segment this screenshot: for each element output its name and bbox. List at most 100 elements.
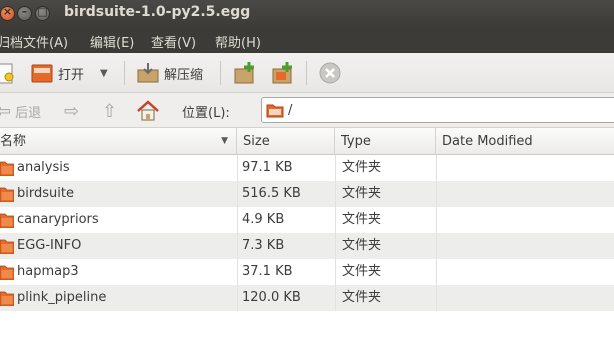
toolbar-separator (124, 61, 125, 85)
folder-icon (0, 239, 14, 254)
window-title: birdsuite-1.0-py2.5.egg (64, 4, 251, 20)
back-label: 后退 (15, 105, 42, 121)
folder-icon (0, 291, 14, 306)
column-divider (335, 181, 336, 207)
menu-edit[interactable]: 编辑(E) (90, 32, 134, 51)
table-row[interactable]: plink_pipeline 120.0 KB 文件夹 (0, 285, 614, 311)
close-window-button[interactable]: × (0, 5, 15, 21)
new-archive-icon (0, 63, 14, 84)
menu-archive[interactable]: 归档文件(A) (0, 32, 68, 51)
toolbar-separator (306, 61, 307, 85)
open-label: 打开 (58, 67, 85, 83)
arrow-left-icon: ⇦ (0, 100, 12, 122)
column-divider (436, 233, 437, 259)
location-bar: ⇦ 后退 ⇨ ⇧ 位置(L): / (0, 93, 614, 128)
column-header-type[interactable]: Type (335, 128, 436, 155)
column-divider (237, 259, 238, 285)
table-header: 名称 ▼ Size Type Date Modified (0, 128, 614, 155)
file-name: analysis (17, 160, 70, 175)
column-divider (335, 207, 336, 233)
file-list: 名称 ▼ Size Type Date Modified analysis 97.… (0, 128, 614, 357)
up-button[interactable]: ⇧ (102, 100, 117, 122)
file-name: plink_pipeline (17, 290, 107, 305)
arrow-up-icon: ⇧ (102, 100, 118, 122)
menu-help[interactable]: 帮助(H) (215, 32, 261, 51)
file-size: 97.1 KB (242, 160, 293, 175)
column-divider (237, 181, 238, 207)
add-folder-icon (272, 62, 292, 84)
maximize-window-button[interactable]: □ (35, 5, 50, 21)
column-divider (237, 207, 238, 233)
file-type: 文件夹 (342, 160, 382, 175)
file-size: 516.5 KB (242, 186, 301, 201)
column-divider (436, 285, 437, 311)
new-archive-button[interactable] (0, 59, 14, 87)
folder-icon (0, 265, 14, 280)
sort-down-icon: ▼ (221, 136, 228, 146)
file-type: 文件夹 (342, 186, 382, 201)
column-divider (335, 233, 336, 259)
folder-icon (0, 187, 14, 202)
folder-icon (0, 213, 14, 228)
file-name: canarypriors (17, 212, 99, 227)
add-files-icon (234, 62, 254, 84)
column-divider (436, 259, 437, 285)
file-type: 文件夹 (342, 212, 382, 227)
column-header-name-label: 名称 (0, 134, 27, 149)
extract-label: 解压缩 (164, 67, 204, 83)
arrow-right-icon: ⇨ (64, 100, 80, 122)
file-type: 文件夹 (342, 264, 382, 279)
column-header-name[interactable]: 名称 ▼ (0, 128, 237, 155)
file-size: 4.9 KB (242, 212, 285, 227)
open-archive-icon (31, 64, 53, 83)
forward-button[interactable]: ⇨ (64, 100, 79, 122)
folder-icon (0, 161, 14, 176)
column-divider (237, 285, 238, 311)
location-label: 位置(L): (182, 106, 230, 121)
back-button[interactable]: ⇦ 后退 (0, 100, 41, 122)
table-row[interactable]: birdsuite 516.5 KB 文件夹 (0, 181, 614, 207)
folder-icon (266, 104, 284, 118)
table-row[interactable]: hapmap3 37.1 KB 文件夹 (0, 259, 614, 285)
minimize-window-button[interactable]: – (17, 5, 32, 21)
column-header-date[interactable]: Date Modified (436, 128, 614, 155)
add-files-button[interactable] (232, 59, 258, 87)
open-button[interactable]: 打开 (30, 59, 84, 87)
column-divider (436, 207, 437, 233)
home-icon (137, 100, 159, 121)
toolbar-separator (220, 61, 221, 85)
extract-button[interactable]: 解压缩 (136, 59, 203, 87)
column-divider (335, 285, 336, 311)
minimize-icon: – (21, 5, 28, 18)
table-row[interactable]: canarypriors 4.9 KB 文件夹 (0, 207, 614, 233)
file-type: 文件夹 (342, 290, 382, 305)
menu-view[interactable]: 查看(V) (151, 32, 196, 51)
column-divider (436, 155, 437, 181)
open-dropdown-button[interactable]: ▼ (100, 59, 108, 87)
location-input[interactable]: / (261, 97, 614, 123)
column-divider (335, 259, 336, 285)
location-path: / (288, 102, 293, 118)
file-size: 120.0 KB (242, 290, 301, 305)
add-folder-button[interactable] (270, 59, 296, 87)
column-header-size[interactable]: Size (237, 128, 335, 155)
maximize-icon: □ (37, 5, 48, 18)
close-icon: × (2, 5, 13, 18)
file-name: hapmap3 (17, 264, 79, 279)
column-divider (237, 155, 238, 181)
column-divider (237, 233, 238, 259)
table-row[interactable]: EGG-INFO 7.3 KB 文件夹 (0, 233, 614, 259)
column-divider (335, 155, 336, 181)
file-size: 7.3 KB (242, 238, 285, 253)
title-bar: × – □ birdsuite-1.0-py2.5.egg (0, 0, 614, 27)
file-size: 37.1 KB (242, 264, 293, 279)
table-row[interactable]: analysis 97.1 KB 文件夹 (0, 155, 614, 181)
stop-icon (319, 62, 341, 84)
menu-bar: 归档文件(A) 编辑(E) 查看(V) 帮助(H) (0, 27, 614, 53)
file-name: EGG-INFO (17, 238, 82, 253)
extract-icon (137, 63, 159, 83)
chevron-down-icon: ▼ (100, 67, 108, 79)
file-name: birdsuite (17, 186, 74, 201)
home-button[interactable] (136, 100, 160, 122)
stop-button[interactable] (318, 59, 342, 87)
